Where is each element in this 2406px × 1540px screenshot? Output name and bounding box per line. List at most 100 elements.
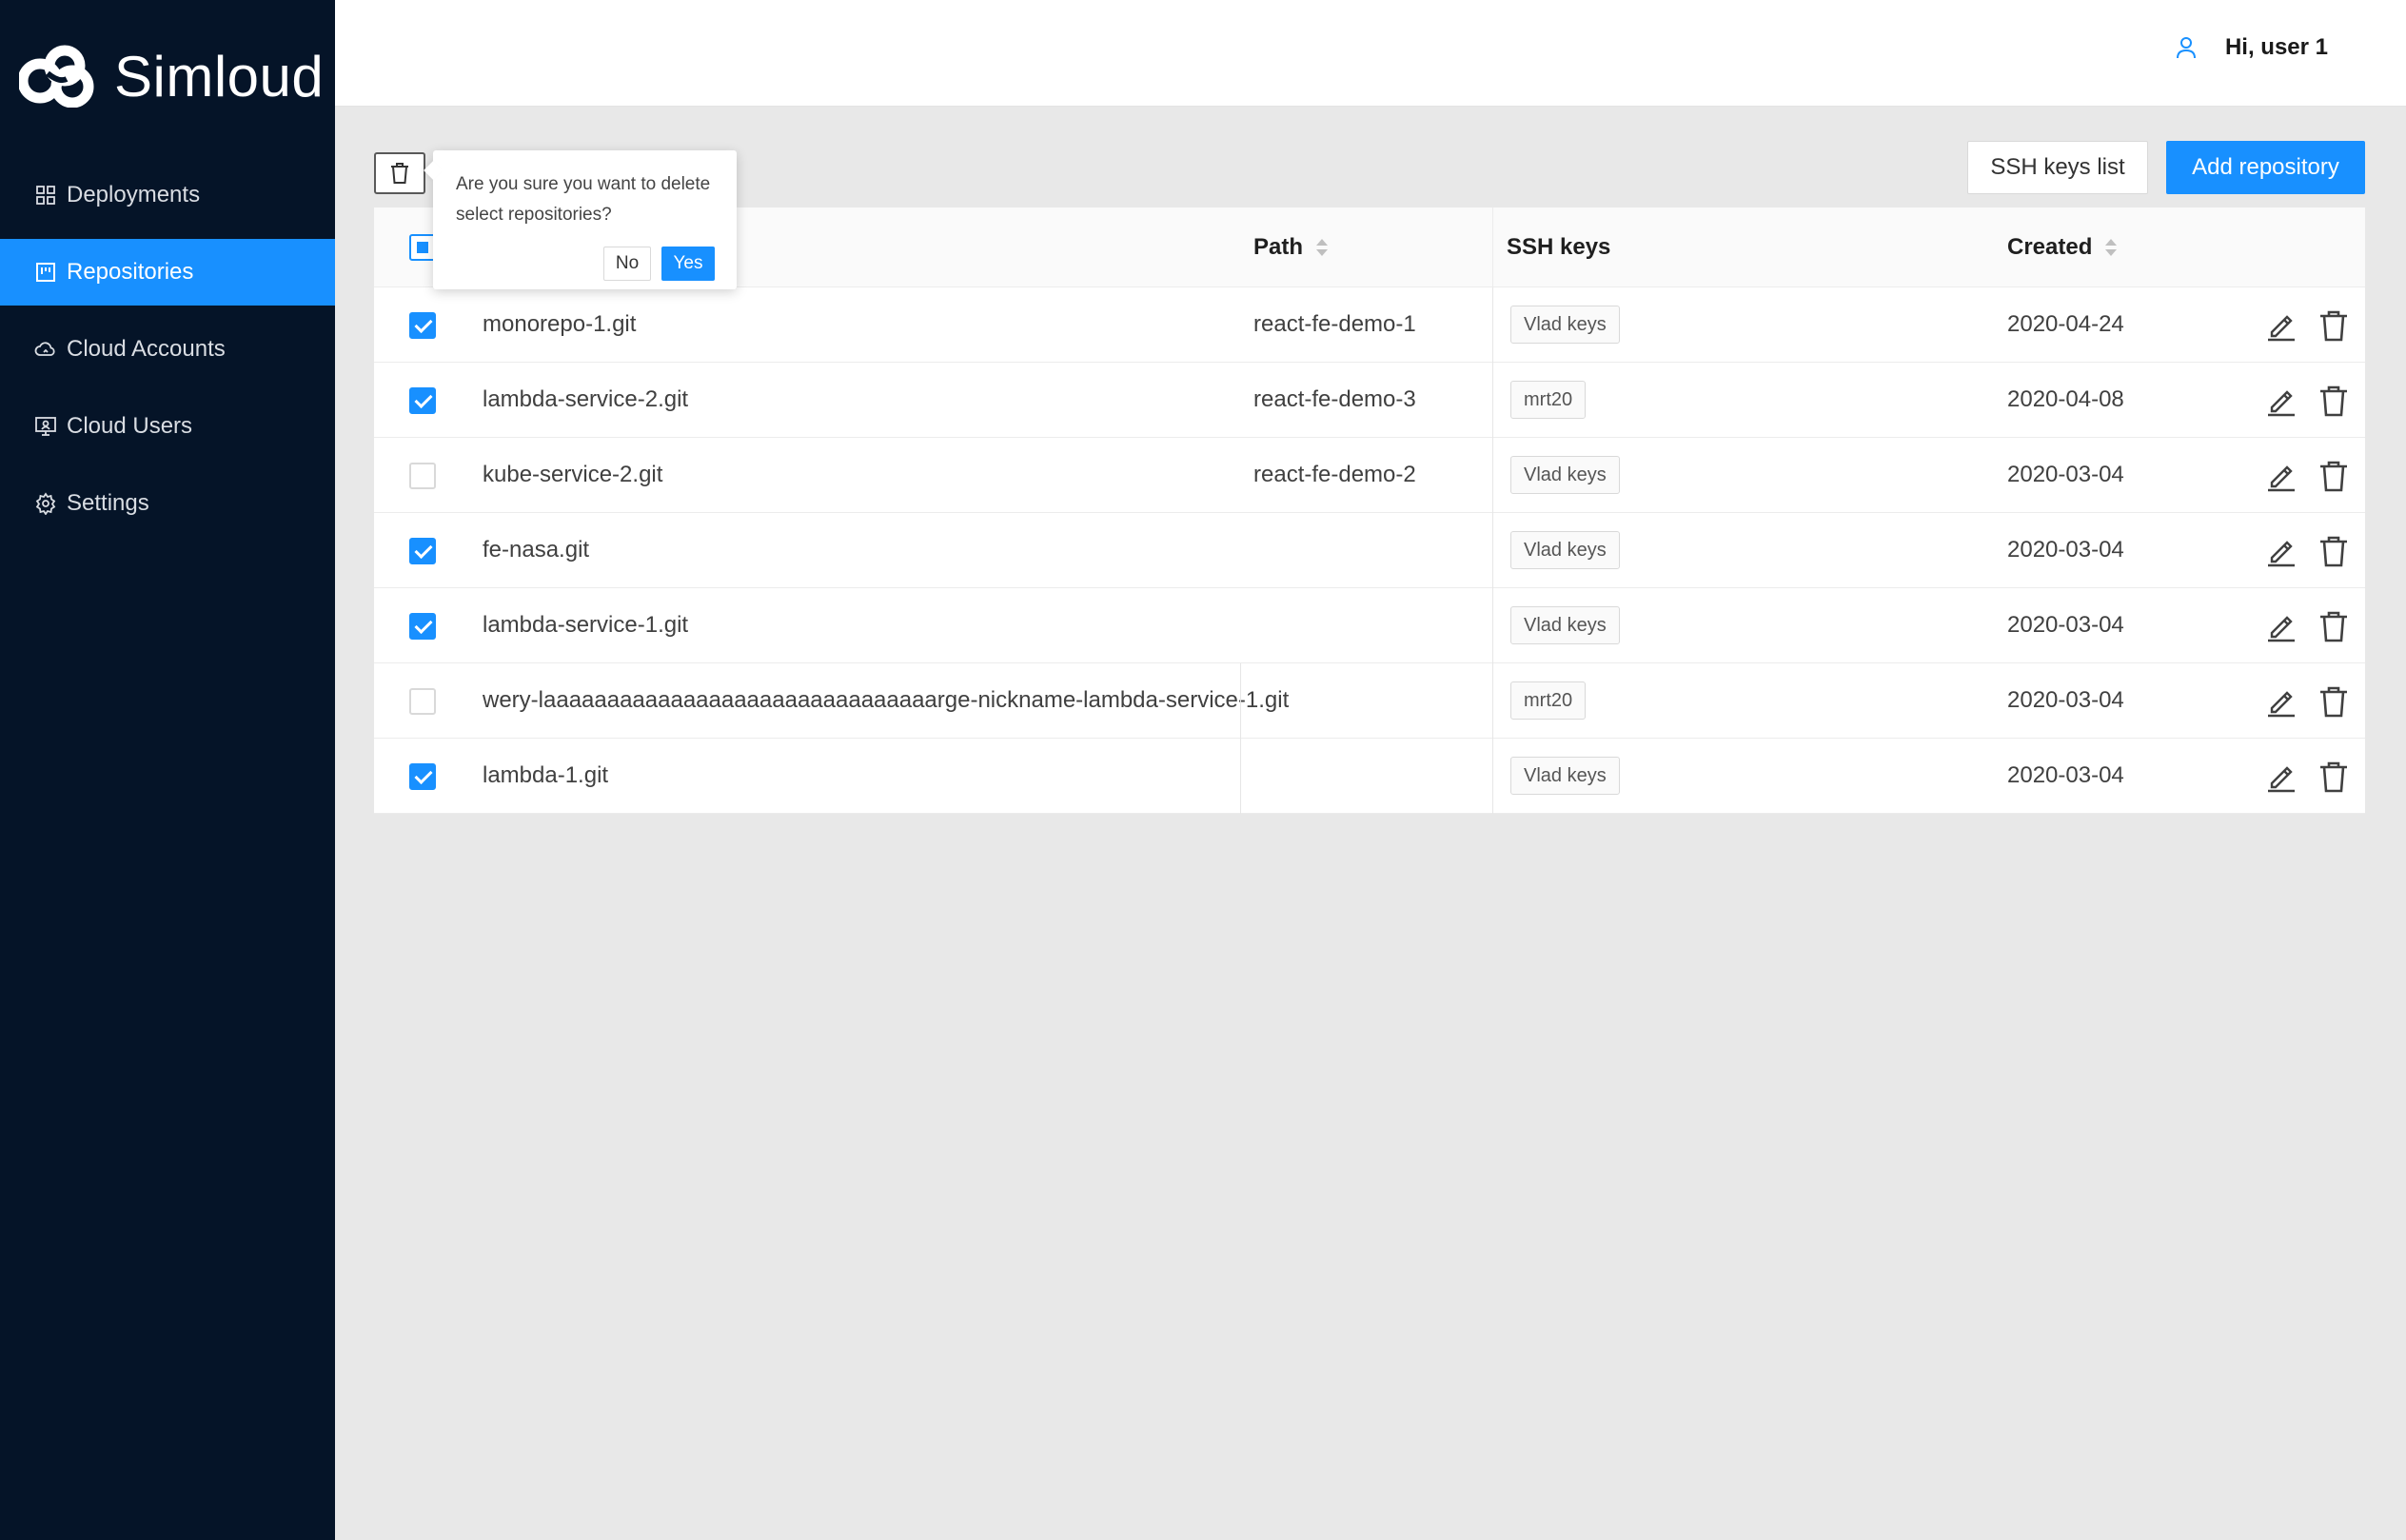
ssh-key-tag: Vlad keys: [1510, 531, 1620, 569]
trash-icon[interactable]: [2317, 684, 2351, 719]
sidebar-item-label: Settings: [67, 490, 149, 516]
table-row: fe-nasa.git Vlad keys 2020-03-04: [374, 513, 2365, 588]
trash-icon[interactable]: [2317, 760, 2351, 794]
sidebar-item-label: Deployments: [67, 182, 201, 207]
created-date: 2020-04-08: [2007, 386, 2124, 412]
edit-icon[interactable]: [2264, 534, 2298, 568]
popover-arrow: [424, 161, 443, 180]
app-name: Simloud: [114, 44, 325, 109]
user-greeting: Hi, user 1: [2224, 34, 2328, 60]
created-date: 2020-04-24: [2007, 311, 2124, 337]
edit-icon[interactable]: [2264, 459, 2298, 493]
repository-name: fe-nasa.git: [483, 537, 590, 563]
column-divider: [1492, 363, 1493, 438]
row-checkbox[interactable]: [409, 463, 436, 489]
add-repository-button[interactable]: Add repository: [2166, 141, 2365, 194]
column-divider: [1240, 663, 1241, 739]
edit-icon[interactable]: [2264, 609, 2298, 643]
user-menu[interactable]: Hi, user 1: [2174, 34, 2328, 61]
ssh-key-tag: Vlad keys: [1510, 606, 1620, 644]
sidebar-item-cloud-users[interactable]: Cloud Users: [0, 393, 335, 460]
table-row: lambda-1.git Vlad keys 2020-03-04: [374, 739, 2365, 814]
column-header-created[interactable]: Created: [2007, 207, 2118, 287]
monitor-user-icon: [34, 415, 57, 438]
sidebar-item-label: Repositories: [67, 259, 194, 285]
column-divider: [1492, 287, 1493, 363]
ssh-key-tag: Vlad keys: [1510, 306, 1620, 344]
simloud-logo-icon: [19, 45, 94, 108]
edit-icon[interactable]: [2264, 308, 2298, 343]
user-icon: [2176, 37, 2196, 59]
sidebar-item-label: Cloud Users: [67, 413, 193, 439]
table-body: monorepo-1.git react-fe-demo-1 Vlad keys 20…: [374, 287, 2365, 814]
confirm-yes-button[interactable]: Yes: [661, 247, 715, 281]
sidebar-item-deployments[interactable]: Deployments: [0, 162, 335, 228]
row-checkbox[interactable]: [409, 387, 436, 414]
repository-path: react-fe-demo-3: [1253, 386, 1416, 412]
column-title: SSH keys: [1507, 234, 1611, 260]
created-date: 2020-03-04: [2007, 687, 2124, 713]
column-divider: [1492, 513, 1493, 588]
column-divider: [1492, 438, 1493, 513]
sidebar-item-cloud-accounts[interactable]: Cloud Accounts: [0, 316, 335, 383]
sort-icon: [2105, 239, 2118, 256]
trash-icon[interactable]: [2317, 609, 2351, 643]
repository-path: react-fe-demo-1: [1253, 311, 1416, 337]
created-date: 2020-03-04: [2007, 762, 2124, 788]
bulk-delete-button[interactable]: [374, 152, 425, 194]
trash-icon[interactable]: [2317, 384, 2351, 418]
table-row: lambda-service-1.git Vlad keys 2020-03-04: [374, 588, 2365, 663]
edit-icon[interactable]: [2264, 684, 2298, 719]
row-checkbox[interactable]: [409, 538, 436, 564]
column-divider: [1492, 207, 1493, 287]
column-divider: [1492, 588, 1493, 663]
ssh-keys-list-button[interactable]: SSH keys list: [1967, 141, 2148, 194]
sidebar-item-settings[interactable]: Settings: [0, 470, 335, 537]
select-all-checkbox[interactable]: [409, 234, 436, 261]
table-row: monorepo-1.git react-fe-demo-1 Vlad keys 20…: [374, 287, 2365, 363]
sidebar-item-label: Cloud Accounts: [67, 336, 226, 362]
repository-name: wery-laaaaaaaaaaaaaaaaaaaaaaaaaaaaaaarge…: [483, 687, 1290, 713]
table-row: wery-laaaaaaaaaaaaaaaaaaaaaaaaaaaaaaarge…: [374, 663, 2365, 739]
column-title: Created: [2007, 234, 2093, 260]
ssh-key-tag: mrt20: [1510, 381, 1587, 419]
repositories-table: Path SSH keys Created monorepo-1.git reac…: [374, 207, 2365, 814]
row-checkbox[interactable]: [409, 613, 436, 640]
repository-name: lambda-1.git: [483, 762, 609, 788]
repository-name: lambda-service-1.git: [483, 612, 689, 638]
edit-icon[interactable]: [2264, 760, 2298, 794]
top-header: Hi, user 1: [335, 0, 2406, 107]
table-row: lambda-service-2.git react-fe-demo-3 mrt20…: [374, 363, 2365, 438]
edit-icon[interactable]: [2264, 384, 2298, 418]
repository-path: react-fe-demo-2: [1253, 462, 1416, 487]
row-checkbox[interactable]: [409, 763, 436, 790]
column-divider: [1492, 739, 1493, 814]
logo[interactable]: Simloud: [19, 42, 324, 110]
gear-icon: [34, 492, 57, 515]
repository-name: kube-service-2.git: [483, 462, 663, 487]
table-row: kube-service-2.git react-fe-demo-2 Vlad ke…: [374, 438, 2365, 513]
created-date: 2020-03-04: [2007, 462, 2124, 487]
repository-name: lambda-service-2.git: [483, 386, 689, 412]
confirm-no-button[interactable]: No: [603, 247, 651, 281]
column-title: Path: [1253, 234, 1304, 260]
trash-icon: [391, 163, 408, 184]
delete-confirm-popover: Are you sure you want to delete select r…: [424, 150, 737, 289]
column-header-path[interactable]: Path: [1253, 207, 1329, 287]
popover-message: Are you sure you want to delete select r…: [456, 174, 711, 225]
sidebar-item-repositories[interactable]: Repositories: [0, 239, 335, 306]
trash-icon[interactable]: [2317, 308, 2351, 343]
trash-icon[interactable]: [2317, 459, 2351, 493]
row-checkbox[interactable]: [409, 312, 436, 339]
repository-name: monorepo-1.git: [483, 311, 637, 337]
ssh-key-tag: Vlad keys: [1510, 757, 1620, 795]
column-header-ssh-keys: SSH keys: [1507, 207, 1610, 287]
created-date: 2020-03-04: [2007, 537, 2124, 563]
created-date: 2020-03-04: [2007, 612, 2124, 638]
row-checkbox[interactable]: [409, 688, 436, 715]
sort-icon: [1316, 239, 1329, 256]
sidebar-nav: Deployments Repositories Cloud Accounts …: [0, 162, 335, 547]
trash-icon[interactable]: [2317, 534, 2351, 568]
repository-icon: [34, 261, 57, 284]
column-divider: [1240, 739, 1241, 814]
